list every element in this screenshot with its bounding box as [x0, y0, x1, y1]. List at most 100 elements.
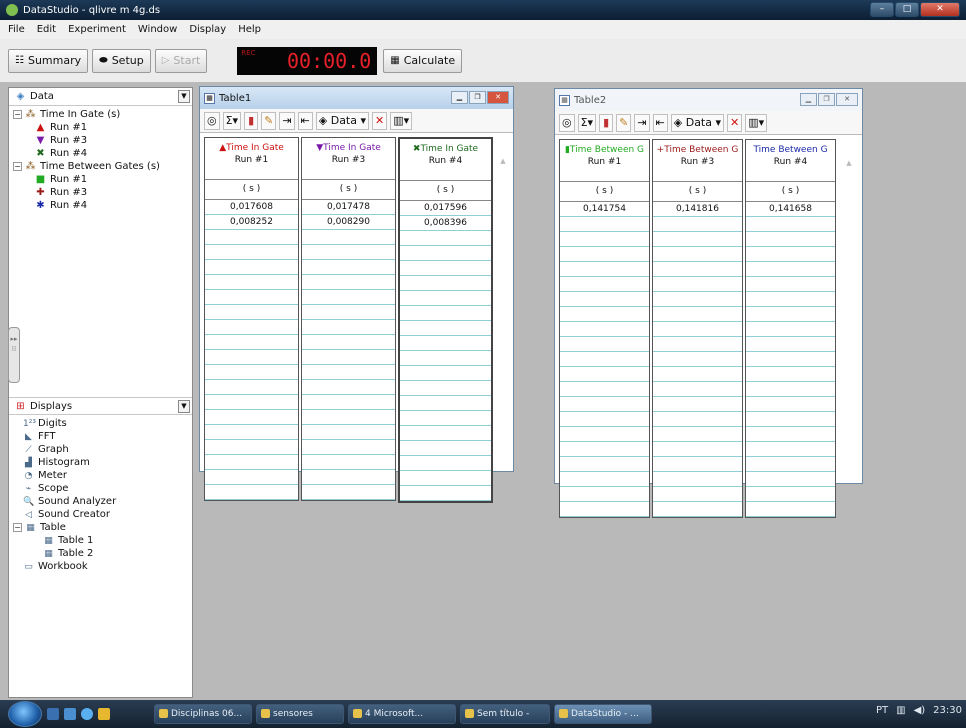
table-cell[interactable] — [746, 442, 835, 457]
minimize-button[interactable]: – — [870, 2, 894, 17]
display-item[interactable]: − ▦ Table — [13, 521, 192, 534]
table-cell[interactable] — [302, 290, 395, 305]
column-header[interactable]: ✖Time In Gate Run #4 — [400, 139, 491, 181]
clock[interactable]: 23:30 — [933, 705, 962, 716]
table-cell[interactable] — [205, 440, 298, 455]
minimize-icon[interactable]: ▁ — [451, 91, 468, 104]
remove-data-icon[interactable]: ✕ — [372, 111, 388, 130]
network-icon[interactable]: ▥ — [896, 705, 905, 716]
table-cell[interactable]: 0,017478 — [302, 200, 395, 215]
delete-row-icon[interactable]: ⇤ — [652, 113, 668, 132]
table-cell[interactable] — [400, 321, 491, 336]
table-cell[interactable] — [205, 305, 298, 320]
summary-button[interactable]: ☷ Summary — [8, 48, 89, 73]
table-column[interactable]: ▲Time In Gate Run #1( s ) 0,017608 0,008252 — [204, 137, 299, 501]
table-cell[interactable] — [400, 381, 491, 396]
table-cell[interactable] — [653, 457, 742, 472]
display-item[interactable]: ⟋ Graph — [13, 443, 192, 456]
collapse-icon[interactable]: − — [13, 162, 22, 171]
chevron-down-icon[interactable]: ▼ — [178, 90, 190, 103]
collapse-icon[interactable]: − — [13, 110, 22, 119]
table-cell[interactable] — [205, 350, 298, 365]
table-cell[interactable]: 0,017608 — [205, 200, 298, 215]
columns-icon[interactable]: ▥▾ — [745, 113, 768, 132]
start-orb-icon[interactable] — [8, 701, 42, 727]
table-cell[interactable] — [560, 472, 649, 487]
delete-row-icon[interactable]: ⇤ — [297, 111, 313, 130]
data-group[interactable]: − ⁂ Time Between Gates (s) — [13, 160, 192, 173]
table-column[interactable]: Time Between G Run #4 ( s ) 0,141658 — [745, 139, 836, 518]
table-cell[interactable] — [653, 397, 742, 412]
column-header[interactable]: ▮Time Between G Run #1 — [560, 140, 649, 182]
table-cell[interactable] — [560, 427, 649, 442]
sum-icon[interactable]: Σ▾ — [577, 113, 597, 132]
table-cell[interactable] — [205, 290, 298, 305]
display-item[interactable]: ▭ Workbook — [13, 560, 192, 573]
displays-pane-header[interactable]: ⊞ Displays ▼ — [9, 397, 192, 415]
table-cell[interactable] — [302, 440, 395, 455]
table-cell[interactable] — [746, 232, 835, 247]
table-cell[interactable] — [746, 337, 835, 352]
table-cell[interactable] — [560, 322, 649, 337]
table-cell[interactable] — [746, 427, 835, 442]
table-cell[interactable] — [205, 470, 298, 485]
table-cell[interactable] — [560, 352, 649, 367]
table-cell[interactable] — [302, 425, 395, 440]
table-cell[interactable] — [560, 397, 649, 412]
column-header[interactable]: ▲Time In Gate Run #1 — [205, 138, 298, 180]
table-cell[interactable] — [746, 367, 835, 382]
table-cell[interactable] — [653, 442, 742, 457]
table-cell[interactable] — [746, 262, 835, 277]
window-switcher-icon[interactable] — [64, 708, 76, 720]
table-cell[interactable] — [560, 277, 649, 292]
data-run-item[interactable]: ▲ Run #1 — [13, 121, 192, 134]
table-cell[interactable] — [653, 367, 742, 382]
table-cell[interactable] — [746, 247, 835, 262]
table-cell[interactable] — [302, 245, 395, 260]
table-cell[interactable] — [205, 230, 298, 245]
highlight-icon[interactable]: ▮ — [244, 111, 259, 130]
table-cell[interactable] — [205, 275, 298, 290]
volume-icon[interactable]: ◀) — [914, 705, 926, 716]
table-cell[interactable] — [400, 246, 491, 261]
table-cell[interactable] — [302, 350, 395, 365]
data-run-item[interactable]: ✚ Run #3 — [13, 186, 192, 199]
columns-icon[interactable]: ▥▾ — [390, 111, 413, 130]
table-cell[interactable] — [400, 471, 491, 486]
table-cell[interactable] — [560, 382, 649, 397]
internet-explorer-icon[interactable] — [81, 708, 93, 720]
table-cell[interactable]: 0,017596 — [400, 201, 491, 216]
insert-row-icon[interactable]: ⇥ — [279, 111, 295, 130]
display-item[interactable]: ◁ Sound Creator — [13, 508, 192, 521]
table-cell[interactable] — [302, 275, 395, 290]
table-cell[interactable]: 0,141658 — [746, 202, 835, 217]
table-cell[interactable] — [653, 232, 742, 247]
table-cell[interactable] — [302, 380, 395, 395]
table-cell[interactable] — [560, 502, 649, 517]
table-cell[interactable] — [653, 412, 742, 427]
taskbar-item-microsoft[interactable]: 4 Microsoft... — [348, 704, 456, 724]
table-cell[interactable] — [400, 351, 491, 366]
table-cell[interactable] — [560, 487, 649, 502]
table-cell[interactable] — [653, 337, 742, 352]
chevron-down-icon[interactable]: ▼ — [178, 400, 190, 413]
table2-titlebar[interactable]: ▦ Table2 ▁ ❐ ✕ — [555, 89, 862, 111]
table-cell[interactable] — [746, 277, 835, 292]
menu-edit[interactable]: Edit — [37, 24, 56, 35]
table-cell[interactable] — [302, 230, 395, 245]
display-item[interactable]: 1²³ Digits — [13, 417, 192, 430]
table-cell[interactable] — [400, 231, 491, 246]
table-cell[interactable] — [746, 412, 835, 427]
table-cell[interactable] — [746, 502, 835, 517]
close-icon[interactable]: ✕ — [836, 93, 858, 106]
table-cell[interactable] — [746, 382, 835, 397]
table-cell[interactable] — [400, 486, 491, 501]
table-cell[interactable] — [653, 502, 742, 517]
table-cell[interactable] — [400, 306, 491, 321]
table2-scrollbar[interactable]: ▲ — [844, 159, 854, 539]
table-cell[interactable] — [560, 442, 649, 457]
collapse-icon[interactable]: − — [13, 523, 22, 532]
data-menu-button[interactable]: ◈ Data ▾ — [670, 113, 725, 132]
table-cell[interactable] — [302, 455, 395, 470]
folder-icon[interactable] — [98, 708, 110, 720]
